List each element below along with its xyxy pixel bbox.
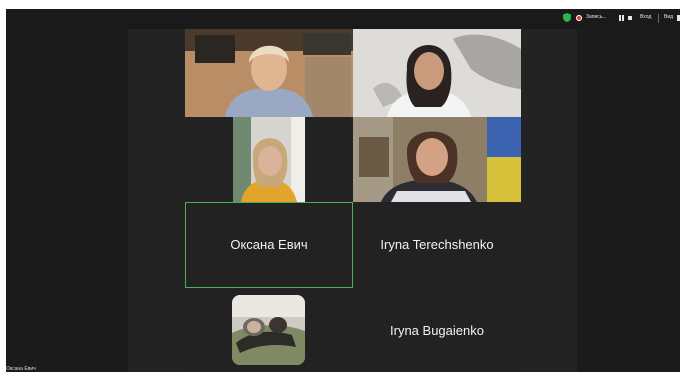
participant-tile-iryna-bugaienko[interactable]: Iryna Bugaienko [353, 288, 521, 372]
recording-label: Запись... [586, 14, 607, 20]
avatar-photo [232, 295, 305, 365]
video-tile-participant-3[interactable] [233, 117, 305, 202]
participant-video-2 [353, 29, 521, 117]
participant-video-4 [353, 117, 521, 202]
participant-video-3 [233, 117, 305, 202]
participant-name: Iryna Terechshenko [380, 237, 494, 252]
participant-name: Iryna Bugaienko [390, 323, 484, 338]
top-toolbar: Запись... Вход Вид [6, 9, 680, 29]
recording-dot-icon [576, 15, 582, 21]
participant-avatar [232, 295, 305, 365]
view-label[interactable]: Вид [664, 14, 673, 20]
self-view-name: Оксана Евич [6, 366, 36, 372]
pause-recording-icon[interactable] [619, 15, 624, 21]
meeting-window: Запись... Вход Вид Оксана Евич Iryna Ter… [6, 9, 680, 372]
participant-tile-iryna-terechshenko[interactable]: Iryna Terechshenko [353, 202, 521, 288]
video-tile-participant-4[interactable] [353, 117, 521, 202]
stop-recording-icon[interactable] [628, 16, 632, 20]
video-tile-participant-1[interactable] [185, 29, 353, 117]
signin-label[interactable]: Вход [640, 14, 651, 20]
video-tile-participant-2[interactable] [353, 29, 521, 117]
security-shield-icon[interactable] [563, 13, 571, 22]
participant-video-1 [185, 29, 353, 117]
gallery-view: Оксана Евич Iryna Terechshenko Iryna Bug… [128, 29, 577, 372]
participant-name: Оксана Евич [230, 237, 308, 252]
participant-tile-avatar[interactable] [185, 288, 353, 372]
participant-tile-oksana[interactable]: Оксана Евич [185, 202, 353, 288]
toolbar-divider [658, 14, 659, 23]
